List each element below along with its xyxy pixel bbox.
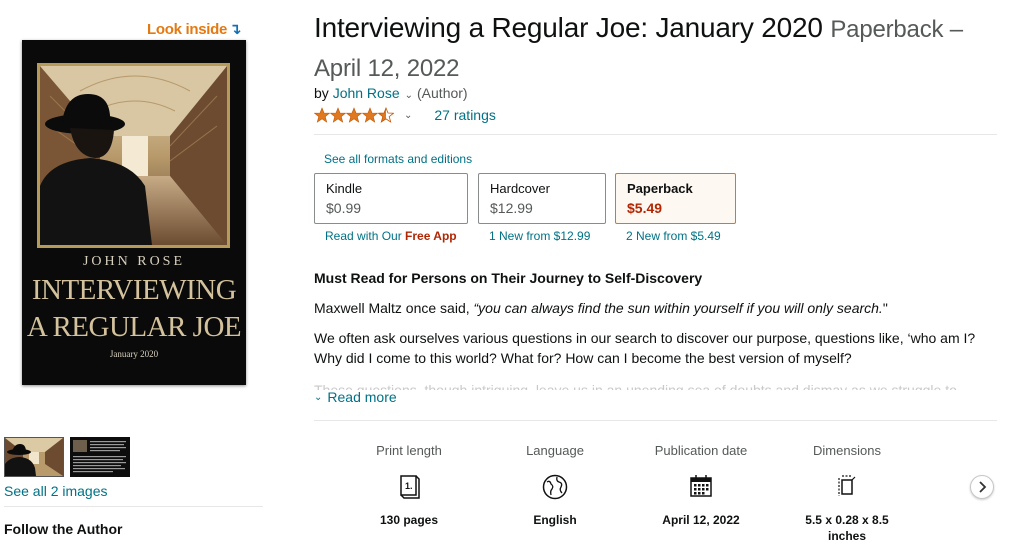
look-inside-button[interactable]: Look inside ↴ bbox=[147, 20, 242, 39]
rating-chevron-down-icon[interactable]: ⌄ bbox=[404, 110, 412, 121]
quote-close: " bbox=[882, 300, 888, 316]
detail-language: Language English bbox=[500, 443, 610, 528]
look-inside-arrow-icon: ↴ bbox=[229, 21, 242, 38]
star-rating[interactable] bbox=[314, 107, 394, 123]
description-paragraph-2: We often ask ourselves various questions… bbox=[314, 330, 976, 366]
format-option-hardcover[interactable]: Hardcover $12.99 bbox=[478, 173, 606, 224]
svg-text:1.: 1. bbox=[405, 481, 413, 491]
see-all-images-link[interactable]: See all 2 images bbox=[4, 483, 108, 499]
format-name: Paperback bbox=[627, 181, 693, 196]
detail-label: Language bbox=[526, 443, 584, 458]
quote-intro: Maxwell Maltz once said, bbox=[314, 300, 474, 316]
detail-label: Publication date bbox=[654, 443, 748, 458]
product-title: Interviewing a Regular Joe: January 2020… bbox=[314, 9, 1004, 87]
cover-date: January 2020 bbox=[109, 349, 159, 359]
kindle-sub-prefix: Read with Our bbox=[325, 229, 406, 243]
detail-publication-date: Publication date April 12, 2022 bbox=[646, 443, 756, 528]
read-more-label: Read more bbox=[327, 389, 397, 405]
format-option-paperback-selected[interactable]: Paperback $5.49 bbox=[615, 173, 736, 224]
hardcover-new-offers-link[interactable]: 1 New from $12.99 bbox=[489, 229, 590, 243]
star-icon bbox=[314, 107, 330, 123]
star-icon bbox=[346, 107, 362, 123]
byline: by John Rose ⌄ (Author) bbox=[314, 85, 468, 101]
follow-the-author-heading: Follow the Author bbox=[4, 521, 123, 537]
title-divider bbox=[314, 134, 997, 135]
calendar-icon bbox=[646, 474, 756, 504]
book-cover-image[interactable]: JOHN ROSE INTERVIEWING A REGULAR JOE Jan… bbox=[22, 40, 246, 385]
star-icon bbox=[330, 107, 346, 123]
description-paragraph-1: Maxwell Maltz once said, “you can always… bbox=[314, 298, 994, 318]
paperback-new-offers-link[interactable]: 2 New from $5.49 bbox=[626, 229, 721, 243]
detail-label: Dimensions bbox=[813, 443, 881, 458]
read-more-link[interactable]: ⌄ Read more bbox=[314, 389, 397, 405]
dimensions-icon bbox=[792, 474, 902, 504]
byline-prefix: by bbox=[314, 85, 329, 101]
detail-label: Print length bbox=[376, 443, 442, 458]
description-heading: Must Read for Persons on Their Journey t… bbox=[314, 270, 703, 286]
product-title-text: Interviewing a Regular Joe: January 2020 bbox=[314, 12, 823, 43]
author-link[interactable]: John Rose bbox=[333, 85, 400, 101]
format-name: Kindle bbox=[326, 181, 363, 196]
ratings-count-link[interactable]: 27 ratings bbox=[434, 107, 495, 123]
thumbnail-front-cover[interactable] bbox=[4, 437, 64, 477]
chevron-down-icon: ⌄ bbox=[314, 391, 323, 403]
detail-value: April 12, 2022 bbox=[662, 513, 740, 527]
see-all-formats-link[interactable]: See all formats and editions bbox=[324, 152, 472, 166]
kindle-sub-strong: Free App bbox=[405, 229, 457, 243]
detail-value: 5.5 x 0.28 x 8.5 inches bbox=[805, 513, 889, 543]
format-price: $5.49 bbox=[627, 200, 663, 216]
format-name: Hardcover bbox=[490, 181, 550, 196]
format-price: $12.99 bbox=[490, 200, 533, 216]
look-inside-label: Look inside bbox=[147, 20, 228, 38]
half-star-icon bbox=[378, 107, 394, 123]
thumbnail-back-cover[interactable] bbox=[70, 437, 130, 477]
cover-author-name: JOHN ROSE bbox=[82, 254, 186, 269]
rating-row: ⌄ 27 ratings bbox=[314, 107, 496, 123]
carousel-next-button[interactable] bbox=[970, 475, 994, 499]
description-paragraph-3-faded: These questions, though intriguing, leav… bbox=[314, 382, 957, 390]
detail-value: English bbox=[533, 513, 577, 527]
format-price: $0.99 bbox=[326, 200, 362, 216]
star-icon bbox=[362, 107, 378, 123]
globe-icon bbox=[500, 474, 610, 504]
book-page-icon: 1. bbox=[354, 474, 464, 504]
author-chevron-down-icon[interactable]: ⌄ bbox=[405, 90, 413, 101]
quote-text: “you can always find the sun within your… bbox=[473, 300, 883, 316]
cover-library-illustration bbox=[37, 63, 230, 248]
left-divider bbox=[4, 506, 263, 507]
detail-value: 130 pages bbox=[379, 513, 439, 527]
author-role: (Author) bbox=[417, 85, 468, 101]
kindle-free-app-link[interactable]: Read with Our Free App bbox=[325, 229, 457, 243]
cover-title-line-1: INTERVIEWING bbox=[31, 274, 237, 306]
chevron-right-icon bbox=[979, 481, 987, 493]
description-divider bbox=[314, 420, 997, 421]
detail-print-length: Print length 1. 130 pages bbox=[354, 443, 464, 528]
cover-title-line-2: A REGULAR JOE bbox=[26, 311, 242, 343]
format-option-kindle[interactable]: Kindle $0.99 bbox=[314, 173, 468, 224]
detail-dimensions: Dimensions 5.5 x 0.28 x 8.5 inches bbox=[792, 443, 902, 544]
